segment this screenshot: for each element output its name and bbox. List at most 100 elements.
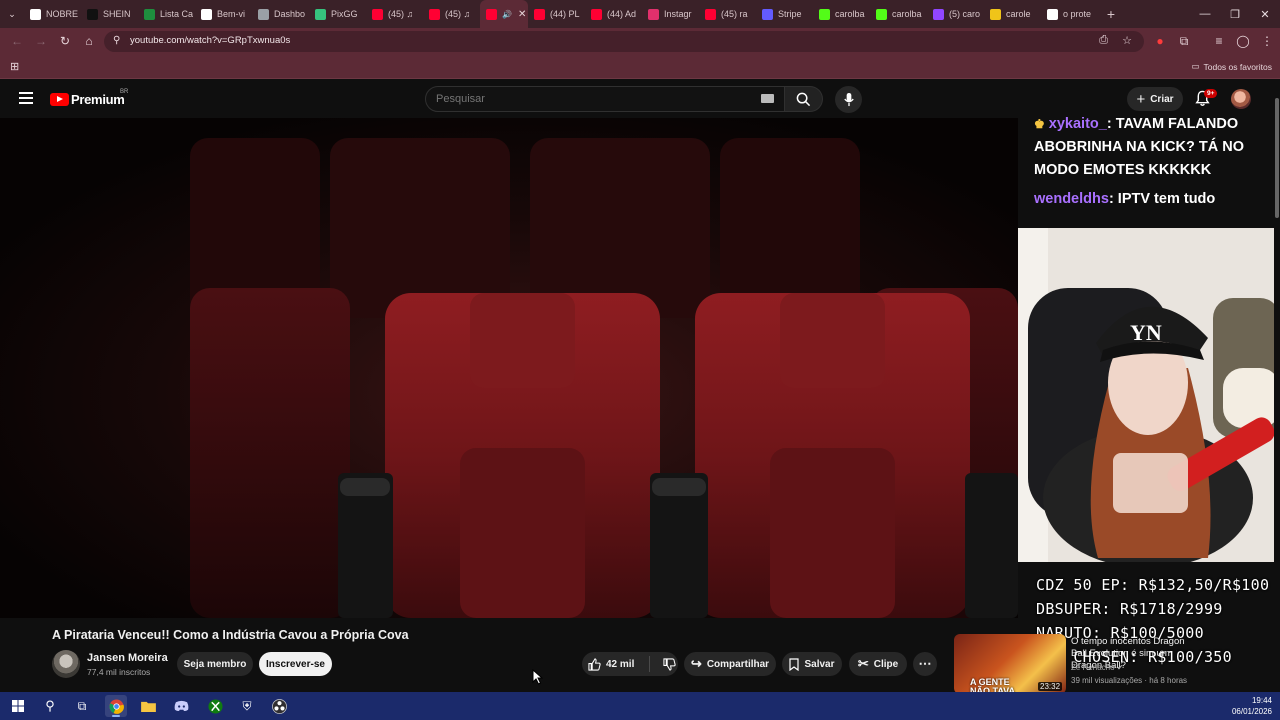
- audio-playing-icon[interactable]: 🔊: [502, 10, 512, 19]
- save-button[interactable]: Salvar: [782, 652, 842, 676]
- more-actions-button[interactable]: ⋯: [913, 652, 937, 676]
- browser-tab[interactable]: NOBRE: [24, 0, 81, 28]
- goal-line: CDZ 50 EP: R$132,50/R$100: [1036, 576, 1270, 594]
- restore-button[interactable]: ❐: [1220, 0, 1250, 28]
- browser-toolbar: ← → ↻ ⌂ ⚲ youtube.com/watch?v=GRpTxwnua0…: [0, 28, 1280, 55]
- tab-label: NOBRE: [46, 9, 79, 19]
- task-view-icon: ⧉: [77, 698, 87, 713]
- home-icon[interactable]: ⌂: [82, 34, 96, 48]
- tab-label: Stripe: [778, 9, 802, 19]
- tab-label: carolba: [835, 9, 865, 19]
- media-control-icon[interactable]: ≡: [1212, 34, 1226, 48]
- like-count: 42 mil: [606, 658, 635, 670]
- create-label: Criar: [1150, 93, 1174, 105]
- task-view-button[interactable]: ⧉: [71, 695, 93, 717]
- taskbar-xbox[interactable]: [204, 695, 226, 717]
- bookmark-star-icon[interactable]: ☆: [1122, 34, 1132, 47]
- scissors-icon: ✂: [857, 656, 869, 671]
- all-bookmarks-label: Todos os favoritos: [1203, 61, 1272, 72]
- video-player[interactable]: [0, 118, 1018, 618]
- account-avatar[interactable]: [1231, 89, 1251, 109]
- join-button[interactable]: Seja membro: [177, 652, 253, 676]
- youtube-icon: [429, 8, 440, 20]
- taskbar-obs[interactable]: [268, 695, 290, 717]
- browser-tab[interactable]: PixGG: [309, 0, 366, 28]
- close-window-button[interactable]: ✕: [1250, 0, 1280, 28]
- extensions-icon[interactable]: ⧉: [1177, 34, 1191, 48]
- twitch-icon: [933, 8, 944, 20]
- youtube-logo-text[interactable]: Premium: [71, 92, 125, 107]
- apps-grid-icon[interactable]: ⊞: [10, 60, 19, 73]
- scrollbar-thumb[interactable]: [1275, 98, 1279, 218]
- guide-menu-button[interactable]: [19, 92, 33, 104]
- start-button[interactable]: [7, 695, 29, 717]
- subscribe-button[interactable]: Inscrever-se: [259, 652, 332, 676]
- browser-tab[interactable]: carole: [984, 0, 1041, 28]
- browser-tab[interactable]: carolba: [870, 0, 927, 28]
- subscribe-label: Inscrever-se: [266, 658, 325, 670]
- browser-tab[interactable]: (45) ra: [699, 0, 756, 28]
- clip-button[interactable]: ✂ Clipe: [849, 652, 907, 676]
- search-button[interactable]: [785, 86, 823, 112]
- back-icon[interactable]: ←: [10, 34, 24, 48]
- tab-label: Dashbo: [274, 9, 306, 19]
- browser-tab[interactable]: Bem-vi: [195, 0, 252, 28]
- keyboard-icon[interactable]: [761, 94, 774, 103]
- url-text[interactable]: youtube.com/watch?v=GRpTxwnua0s: [130, 35, 290, 46]
- voice-search-button[interactable]: [835, 86, 862, 113]
- profile-icon[interactable]: ◯: [1236, 34, 1250, 48]
- forward-icon[interactable]: →: [34, 34, 48, 48]
- like-button[interactable]: 42 mil: [588, 657, 644, 671]
- browser-tab[interactable]: 🔊 ✕: [480, 0, 528, 28]
- taskbar-chrome[interactable]: [105, 695, 127, 717]
- tab-label: carolba: [892, 9, 922, 19]
- browser-tab[interactable]: Lista Ca: [138, 0, 195, 28]
- install-app-icon[interactable]: ⎙: [1099, 34, 1108, 47]
- bookmarks-bar: ⊞ ▭ Todos os favoritos: [0, 55, 1280, 79]
- browser-tab[interactable]: o prote: [1041, 0, 1098, 28]
- search-box[interactable]: [425, 86, 785, 112]
- save-label: Salvar: [804, 658, 835, 670]
- address-bar[interactable]: ⚲ youtube.com/watch?v=GRpTxwnua0s ⎙ ☆: [104, 31, 1144, 52]
- youtube-icon: [372, 8, 383, 20]
- browser-tab[interactable]: (44) PL: [528, 0, 585, 28]
- browser-tab[interactable]: (44) Ad: [585, 0, 642, 28]
- browser-tab[interactable]: carolba: [813, 0, 870, 28]
- all-bookmarks-button[interactable]: ▭ Todos os favoritos: [1191, 61, 1272, 72]
- browser-tab[interactable]: Dashbo: [252, 0, 309, 28]
- dislike-button[interactable]: [655, 657, 676, 671]
- tab-label: o prote: [1063, 9, 1092, 19]
- create-button[interactable]: + Criar: [1127, 87, 1183, 111]
- browser-tab[interactable]: (45) ♫: [366, 0, 423, 28]
- reload-icon[interactable]: ↻: [58, 34, 72, 48]
- chat-message: wendeldhs: IPTV tem tudo: [1034, 188, 1274, 211]
- tab-search-button[interactable]: ⌄: [0, 0, 24, 28]
- browser-tab[interactable]: Instagr: [642, 0, 699, 28]
- new-tab-button[interactable]: +: [1098, 0, 1124, 28]
- thumbs-down-icon: [663, 657, 676, 671]
- youtube-icon: [591, 8, 602, 20]
- youtube-logo-icon[interactable]: [50, 93, 69, 106]
- recommended-channel[interactable]: Zé Renacho ✔: [1071, 663, 1124, 672]
- browser-menu-icon[interactable]: ⋮: [1260, 34, 1274, 48]
- close-tab-icon[interactable]: ✕: [518, 9, 526, 20]
- browser-tab[interactable]: Stripe: [756, 0, 813, 28]
- taskbar-discord[interactable]: [170, 695, 192, 717]
- channel-avatar[interactable]: [52, 650, 80, 678]
- more-icon: ⋯: [918, 656, 932, 671]
- browser-tab[interactable]: (45) ♫: [423, 0, 480, 28]
- share-button[interactable]: ↪ Compartilhar: [684, 652, 776, 676]
- taskbar-security[interactable]: ⛨: [236, 695, 258, 717]
- channel-name[interactable]: Jansen Moreira: [87, 652, 168, 664]
- minimize-button[interactable]: —: [1190, 0, 1220, 28]
- browser-tab[interactable]: (5) caro: [927, 0, 984, 28]
- site-info-icon[interactable]: ⚲: [113, 35, 120, 46]
- browser-tab[interactable]: SHEIN: [81, 0, 138, 28]
- search-input[interactable]: [436, 91, 756, 107]
- tab-label: (45) ra: [721, 9, 748, 19]
- taskbar-search-button[interactable]: ⚲: [39, 695, 61, 717]
- system-clock[interactable]: 19:44 06/01/2026: [1232, 695, 1272, 717]
- browser-tab-strip: ⌄ NOBRE SHEIN Lista Ca Bem-vi Dashbo PixGG (45…: [0, 0, 1280, 28]
- extension-record-icon[interactable]: ●: [1153, 34, 1167, 48]
- taskbar-file-explorer[interactable]: [137, 695, 159, 717]
